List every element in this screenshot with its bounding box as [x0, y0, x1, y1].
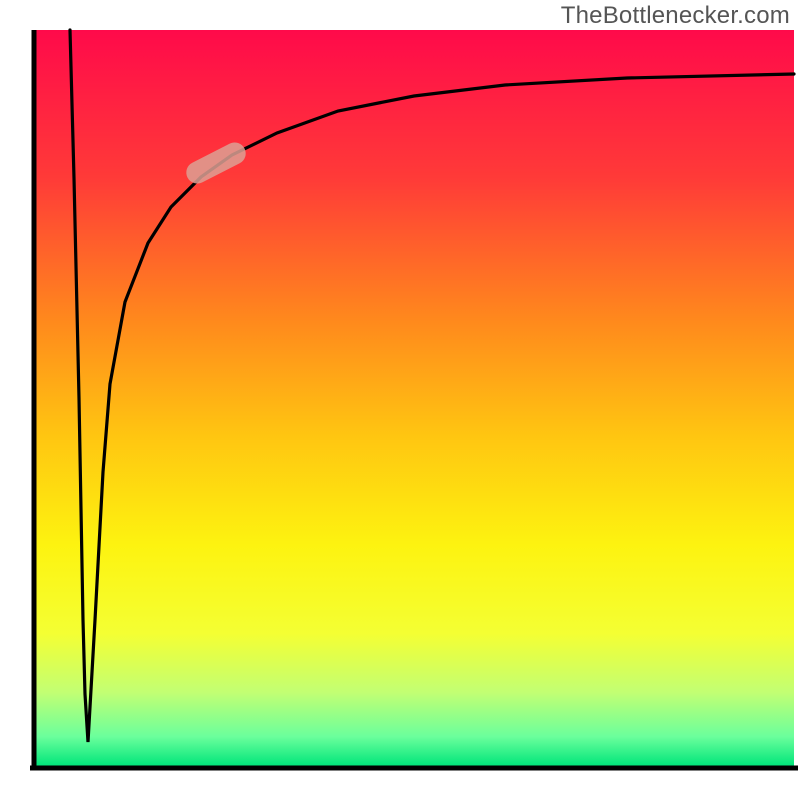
chart-container: TheBottlenecker.com — [0, 0, 800, 800]
chart-svg — [0, 0, 800, 800]
watermark-text: TheBottlenecker.com — [561, 2, 790, 30]
plot-background — [34, 30, 794, 766]
